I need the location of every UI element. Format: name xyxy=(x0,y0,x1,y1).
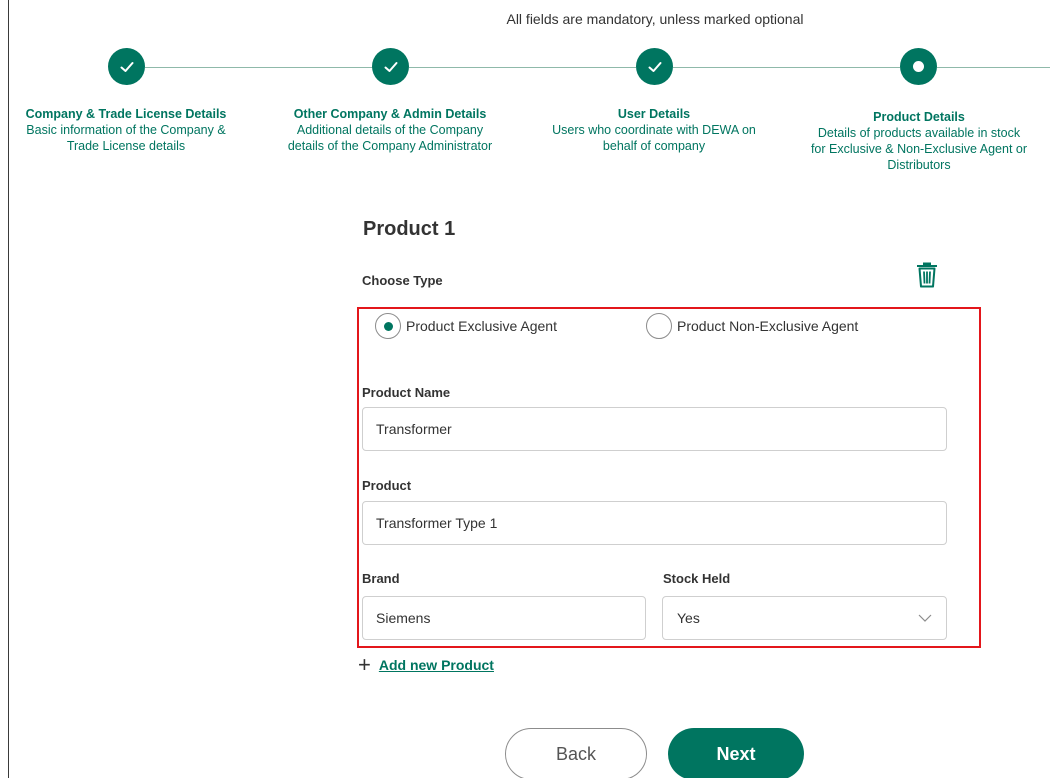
step-2-indicator[interactable] xyxy=(372,48,409,85)
step-description: Additional details of the Company xyxy=(296,123,484,137)
mandatory-note: All fields are mandatory, unless marked … xyxy=(506,11,804,27)
step-title: User Details xyxy=(617,107,691,121)
step-1-text: Company & Trade License Details Basic in… xyxy=(6,106,246,154)
stepper-connector xyxy=(409,67,636,68)
step-description: details of the Company Administrator xyxy=(287,139,493,153)
back-button[interactable]: Back xyxy=(505,728,647,778)
step-1-indicator[interactable] xyxy=(108,48,145,85)
trash-icon xyxy=(917,262,937,288)
stock-held-select[interactable]: Yes xyxy=(662,596,947,640)
step-title: Product Details xyxy=(873,110,965,124)
step-description: for Exclusive & Non-Exclusive Agent or xyxy=(810,142,1028,156)
product-heading: Product 1 xyxy=(363,218,456,240)
stepper-connector xyxy=(937,67,1050,68)
stepper-connector xyxy=(145,67,373,68)
step-3-text: User Details Users who coordinate with D… xyxy=(534,106,774,154)
add-new-product-button[interactable]: + Add new Product xyxy=(358,652,494,677)
stepper-connector xyxy=(673,67,900,68)
plus-icon: + xyxy=(358,652,371,677)
next-button[interactable]: Next xyxy=(668,728,804,778)
current-step-dot xyxy=(913,61,924,72)
step-description: Basic information of the Company & xyxy=(26,123,226,137)
stock-held-value: Yes xyxy=(677,610,700,626)
product-name-label: Product Name xyxy=(362,385,451,400)
brand-label: Brand xyxy=(362,571,400,586)
step-description: behalf of company xyxy=(602,139,706,153)
step-title: Company & Trade License Details xyxy=(25,107,227,121)
add-new-product-link[interactable]: Add new Product xyxy=(379,657,494,673)
product-name-input[interactable] xyxy=(362,407,947,451)
step-description: Users who coordinate with DEWA on xyxy=(552,123,756,137)
delete-product-button[interactable] xyxy=(915,261,939,289)
step-title: Other Company & Admin Details xyxy=(293,107,487,121)
radio-label: Product Non-Exclusive Agent xyxy=(677,318,859,334)
radio-label: Product Exclusive Agent xyxy=(406,318,557,334)
checkmark-icon xyxy=(384,61,397,72)
step-4-text: Product Details Details of products avai… xyxy=(794,109,1044,173)
checkmark-icon xyxy=(648,61,661,72)
radio-exclusive-agent[interactable]: Product Exclusive Agent xyxy=(375,313,557,339)
radio-button-selected[interactable] xyxy=(375,313,401,339)
step-4-indicator xyxy=(900,48,937,85)
brand-input[interactable] xyxy=(362,596,646,640)
step-description: Trade License details xyxy=(66,139,186,153)
radio-dot xyxy=(383,321,393,331)
chevron-down-icon xyxy=(918,614,932,622)
step-description: Distributors xyxy=(887,158,951,172)
radio-button[interactable] xyxy=(646,313,672,339)
stock-held-label: Stock Held xyxy=(663,571,731,586)
step-description: Details of products available in stock xyxy=(817,126,1021,140)
step-3-indicator[interactable] xyxy=(636,48,673,85)
step-2-text: Other Company & Admin Details Additional… xyxy=(268,106,512,154)
product-label: Product xyxy=(362,478,412,493)
checkmark-icon xyxy=(120,61,133,72)
choose-type-label: Choose Type xyxy=(362,273,443,288)
radio-non-exclusive-agent[interactable]: Product Non-Exclusive Agent xyxy=(646,313,858,339)
product-input[interactable] xyxy=(362,501,947,545)
